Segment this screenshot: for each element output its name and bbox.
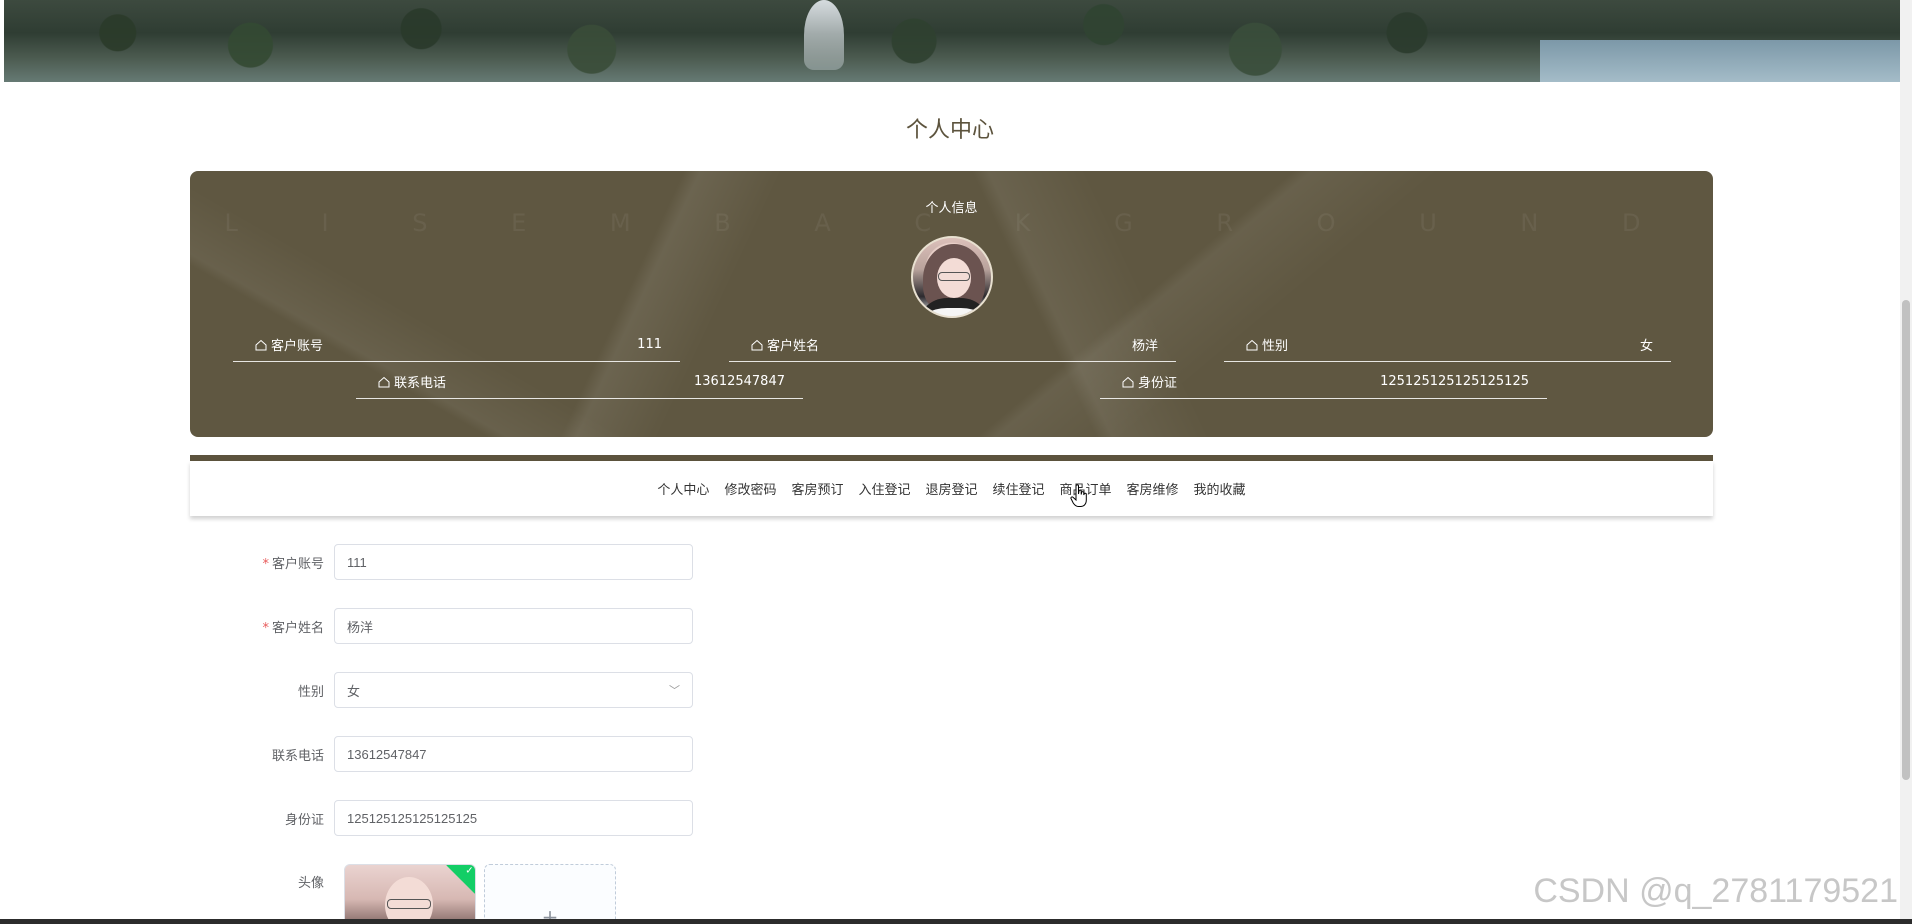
home-icon bbox=[255, 339, 267, 351]
info-row-gender: 性别 女 bbox=[1224, 332, 1671, 362]
avatar-glasses bbox=[938, 272, 970, 281]
info-label-wrap: 性别 bbox=[1246, 335, 1288, 354]
form-label-name: * 客户姓名 bbox=[240, 617, 334, 636]
form-label-text: 客户账号 bbox=[271, 556, 324, 572]
form-row-name: * 客户姓名 杨洋 bbox=[240, 608, 693, 644]
upload-add-button[interactable]: + bbox=[484, 864, 616, 924]
form-label-id-card: 身份证 bbox=[284, 812, 324, 828]
profile-card-title: 个人信息 bbox=[925, 201, 978, 216]
info-value: 125125125125125125 bbox=[1380, 374, 1529, 389]
required-asterisk: * bbox=[262, 556, 269, 572]
csdn-watermark: CSDN @q_2781179521 bbox=[1533, 872, 1898, 910]
nav-item-check-in[interactable]: 入住登记 bbox=[858, 479, 910, 498]
header-banner-image bbox=[4, 0, 1900, 82]
home-icon bbox=[378, 376, 390, 388]
info-value: 111 bbox=[637, 337, 662, 352]
info-row-account: 客户账号 111 bbox=[233, 332, 680, 362]
nav-item-change-password[interactable]: 修改密码 bbox=[724, 479, 776, 498]
scrollbar-thumb[interactable] bbox=[1902, 300, 1910, 780]
info-value: 13612547847 bbox=[694, 374, 785, 389]
form-row-id-card: 身份证 125125125125125125 bbox=[240, 800, 693, 836]
info-label-wrap: 客户账号 bbox=[255, 335, 323, 354]
profile-card: L I S E M B A C K G R O U N D 个人信息 客户账号 … bbox=[190, 171, 1713, 437]
nav-item-check-out[interactable]: 退房登记 bbox=[925, 479, 977, 498]
thumb-glasses bbox=[387, 899, 431, 909]
info-row-phone: 联系电话 13612547847 bbox=[356, 369, 803, 399]
form-label-gender: 性别 bbox=[297, 684, 324, 700]
chevron-down-icon[interactable]: ﹀ bbox=[669, 682, 680, 698]
info-label: 客户账号 bbox=[271, 339, 324, 354]
info-label-wrap: 联系电话 bbox=[378, 372, 446, 391]
page-root: 个人中心 L I S E M B A C K G R O U N D 个人信息 … bbox=[0, 0, 1912, 924]
info-value: 杨洋 bbox=[1131, 339, 1158, 354]
required-asterisk: * bbox=[262, 620, 269, 636]
uploaded-avatar-thumbnail[interactable]: ✓ bbox=[344, 864, 476, 924]
check-icon: ✓ bbox=[465, 865, 474, 877]
info-row-id-card: 身份证 125125125125125125 bbox=[1100, 369, 1547, 399]
vertical-scrollbar[interactable] bbox=[1900, 0, 1912, 924]
info-label: 客户姓名 bbox=[767, 339, 820, 354]
form-label-avatar: 头像 bbox=[297, 876, 324, 891]
nav-item-room-repair[interactable]: 客房维修 bbox=[1127, 479, 1179, 498]
form-label-phone: 联系电话 bbox=[271, 748, 324, 764]
upload-success-badge: ✓ bbox=[446, 865, 475, 894]
home-icon bbox=[751, 339, 763, 351]
banner-fountain bbox=[804, 0, 844, 70]
form-row-gender: 性别 女 ﹀ bbox=[240, 672, 693, 708]
name-input[interactable]: 杨洋 bbox=[334, 608, 693, 644]
home-icon bbox=[1122, 376, 1134, 388]
info-label-wrap: 客户姓名 bbox=[751, 335, 819, 354]
nav-item-extend-stay[interactable]: 续住登记 bbox=[993, 479, 1045, 498]
nav-item-favorites[interactable]: 我的收藏 bbox=[1194, 479, 1246, 498]
account-input[interactable]: 111 bbox=[334, 544, 693, 580]
info-row-name: 客户姓名 杨洋 bbox=[729, 332, 1176, 362]
info-label: 身份证 bbox=[1138, 376, 1178, 391]
taskbar-edge bbox=[0, 919, 1912, 924]
page-title: 个人中心 bbox=[905, 118, 994, 143]
info-label-wrap: 身份证 bbox=[1122, 372, 1177, 391]
phone-input[interactable]: 13612547847 bbox=[334, 736, 693, 772]
profile-avatar bbox=[911, 236, 993, 318]
gender-select[interactable]: 女 ﹀ bbox=[334, 672, 693, 708]
form-row-account: * 客户账号 111 bbox=[240, 544, 693, 580]
user-center-nav: 个人中心 修改密码 客房预订 入住登记 退房登记 续住登记 商品订单 客房维修 … bbox=[190, 461, 1713, 516]
id-card-input[interactable]: 125125125125125125 bbox=[334, 800, 693, 836]
home-icon bbox=[1246, 339, 1258, 351]
form-label-account: * 客户账号 bbox=[240, 553, 334, 572]
info-label: 联系电话 bbox=[394, 376, 447, 391]
info-label: 性别 bbox=[1262, 339, 1289, 354]
gender-select-value: 女 bbox=[347, 683, 361, 699]
hand-cursor-icon bbox=[1070, 484, 1087, 507]
banner-water bbox=[1540, 40, 1900, 82]
form-label-text: 客户姓名 bbox=[271, 620, 324, 636]
info-value: 女 bbox=[1639, 339, 1653, 354]
nav-item-room-booking[interactable]: 客房预订 bbox=[791, 479, 843, 498]
form-row-phone: 联系电话 13612547847 bbox=[240, 736, 693, 772]
nav-item-personal-center[interactable]: 个人中心 bbox=[657, 479, 709, 498]
